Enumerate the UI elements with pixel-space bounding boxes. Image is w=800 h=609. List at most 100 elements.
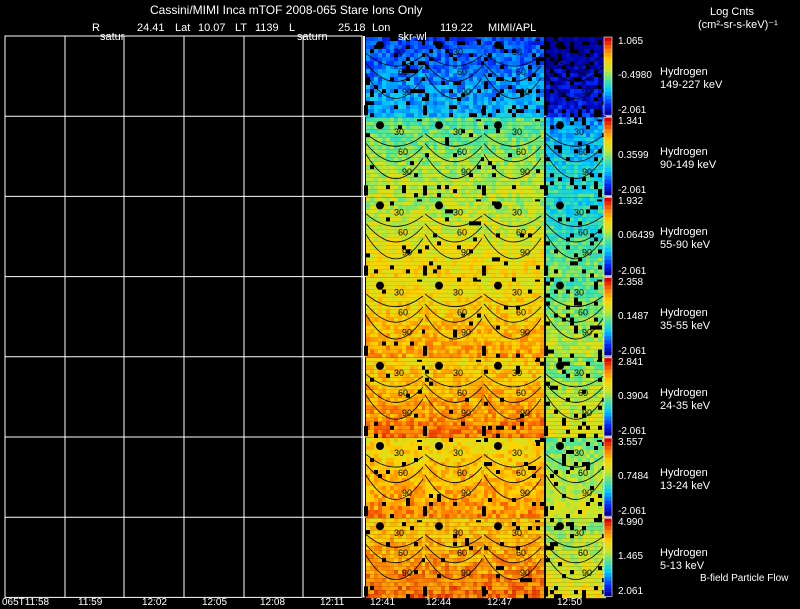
- contour-label: 30: [512, 448, 522, 458]
- contour-label: 30: [574, 288, 584, 298]
- contour-label: 90: [402, 408, 412, 418]
- colorbar-max-label: 1.932: [618, 196, 644, 208]
- r-label: R: [92, 22, 100, 34]
- contour-label: 90: [461, 87, 471, 97]
- colorbar-max-label: 4.990: [618, 517, 644, 529]
- time-tick-label: 11:59: [78, 597, 103, 608]
- saturn-marker-1: satur: [100, 31, 125, 43]
- contour-label: 30: [394, 368, 404, 378]
- colorbar-max-label: 2.841: [618, 356, 644, 368]
- image-panel: 30 60 90: [544, 37, 606, 117]
- time-tick-label: 12:50: [557, 597, 583, 608]
- planet-marker: [494, 201, 502, 210]
- contour-label: 60: [578, 227, 588, 237]
- saturn-marker-2: saturn: [297, 31, 328, 43]
- contour-label: 90: [520, 488, 530, 498]
- colorbar-max-label: 2.358: [618, 276, 644, 288]
- colorbar: [603, 36, 613, 116]
- time-tick-label: 12:05: [202, 597, 228, 608]
- image-panel: 30 60 90: [482, 438, 544, 518]
- contour-label: 60: [516, 388, 526, 398]
- colorbar-min-label: -2.061: [618, 345, 647, 357]
- contour-label: 90: [582, 247, 592, 257]
- image-panel: 30 60 90: [423, 37, 485, 117]
- image-panel: 30 60 90: [482, 518, 544, 599]
- colorbar-min-label: 2.061: [618, 586, 644, 598]
- channel-energy-label: 24-35 keV: [660, 399, 711, 412]
- lon-label: Lon: [372, 22, 391, 34]
- channel-species-label: Hydrogen: [660, 146, 708, 159]
- planet-marker: [376, 41, 384, 49]
- contour-label: 30: [512, 127, 522, 137]
- image-panel: 30 60 90: [482, 357, 544, 438]
- planet-marker: [435, 442, 443, 450]
- lt-label: LT: [235, 22, 248, 34]
- planet-marker: [494, 281, 502, 290]
- time-tick-label: 12:44: [426, 597, 452, 608]
- colorbar-mid-label: 0.06439: [618, 230, 655, 242]
- contour-label: 30: [453, 47, 463, 57]
- units-line-1: Log Cnts: [710, 6, 755, 18]
- contour-label: 30: [574, 127, 584, 137]
- contour-label: 60: [457, 388, 467, 398]
- contour-label: 60: [578, 548, 588, 558]
- lon-value: 119.22: [440, 22, 473, 34]
- credit-label: MIMI/APL: [488, 22, 537, 34]
- planet-marker: [494, 442, 502, 450]
- contour-label: 30: [453, 448, 463, 458]
- contour-label: 30: [453, 127, 463, 137]
- lt-value: 1139: [255, 22, 279, 34]
- contour-label: 30: [394, 127, 404, 137]
- time-tick-label: 12:08: [260, 597, 286, 608]
- colorbar-min-label: -2.061: [618, 506, 647, 518]
- colorbar-min-label: -2.061: [618, 426, 647, 437]
- planet-marker: [435, 361, 443, 370]
- planet-marker: [494, 121, 502, 130]
- contour-label: 60: [578, 67, 588, 77]
- contour-label: 30: [453, 288, 463, 298]
- planet-marker: [376, 121, 384, 130]
- l-value: 25.18: [338, 22, 366, 34]
- planet-marker: [556, 281, 564, 290]
- contour-label: 60: [516, 308, 526, 318]
- contour-label: 60: [457, 468, 467, 478]
- colorbar-max-label: 3.557: [618, 437, 644, 448]
- contour-label: 90: [402, 568, 412, 578]
- contour-label: 30: [512, 528, 522, 538]
- contour-label: 90: [520, 167, 530, 177]
- contour-label: 60: [398, 227, 408, 237]
- contour-label: 90: [582, 167, 592, 177]
- planet-marker: [376, 522, 384, 531]
- contour-label: 60: [457, 67, 467, 77]
- colorbar-mid-label: 1.465: [618, 551, 644, 563]
- planet-marker: [556, 121, 564, 130]
- colorbar-min-label: -2.061: [618, 105, 647, 117]
- contour-label: 60: [457, 227, 467, 237]
- contour-label: 90: [461, 488, 471, 498]
- planet-marker: [556, 201, 564, 210]
- channel-energy-label: 35-55 keV: [660, 319, 711, 332]
- contour-label: 30: [574, 207, 584, 217]
- planet-marker: [556, 41, 564, 49]
- contour-label: 90: [402, 488, 412, 498]
- contour-label: 90: [582, 488, 592, 498]
- contour-label: 90: [461, 568, 471, 578]
- channel-species-label: Hydrogen: [660, 467, 708, 479]
- contour-label: 90: [461, 247, 471, 257]
- planet-marker: [435, 121, 443, 130]
- colorbar-min-label: -2.061: [618, 265, 647, 277]
- image-panel: 30 60 90: [423, 277, 485, 358]
- image-panel: 30 60 90: [423, 518, 485, 599]
- image-panel: 30 60 90: [544, 117, 606, 198]
- contour-label: 60: [516, 227, 526, 237]
- time-tick-label: 12:41: [370, 597, 396, 608]
- contour-label: 60: [398, 67, 408, 77]
- contour-label: 90: [582, 87, 592, 97]
- contour-label: 60: [516, 147, 526, 157]
- contour-label: 90: [520, 568, 530, 578]
- image-panel: 30 60 90: [482, 277, 544, 358]
- contour-label: 30: [512, 288, 522, 298]
- colorbar: [603, 357, 613, 437]
- lat-value: 10.07: [198, 22, 226, 34]
- contour-label: 60: [398, 548, 408, 558]
